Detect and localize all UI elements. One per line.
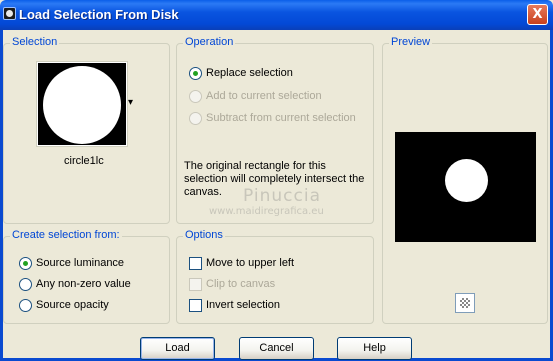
radio-label: Source luminance <box>36 257 125 269</box>
clip-to-canvas-checkbox: Clip to canvas <box>189 276 275 292</box>
radio-indicator <box>189 66 202 80</box>
replace-selection-radio[interactable]: Replace selection <box>189 65 293 81</box>
thumbnail-circle <box>43 66 121 144</box>
add-to-selection-radio: Add to current selection <box>189 88 322 104</box>
checkbox-label: Clip to canvas <box>206 278 276 290</box>
radio-indicator <box>19 277 32 291</box>
load-button[interactable]: Load <box>140 337 215 360</box>
checkbox-indicator <box>189 298 202 312</box>
checkbox-indicator <box>189 256 202 270</box>
selection-group-label: Selection <box>10 36 60 48</box>
move-to-upper-left-checkbox[interactable]: Move to upper left <box>189 255 294 271</box>
radio-label: Add to current selection <box>206 90 322 102</box>
selection-thumbnail[interactable] <box>37 62 127 146</box>
source-luminance-radio[interactable]: Source luminance <box>19 255 124 271</box>
any-nonzero-value-radio[interactable]: Any non-zero value <box>19 276 131 292</box>
window-title: Load Selection From Disk <box>19 7 179 22</box>
watermark-url: www.maidiregrafica.eu <box>209 206 324 217</box>
radio-indicator <box>19 298 32 312</box>
radio-label: Any non-zero value <box>36 278 131 290</box>
radio-label: Replace selection <box>206 67 293 79</box>
checkbox-indicator <box>189 277 202 291</box>
operation-group-label: Operation <box>183 36 236 48</box>
radio-label: Subtract from current selection <box>206 112 356 124</box>
preview-zoom-icon[interactable] <box>455 293 475 313</box>
watermark-name: Pinuccia <box>243 186 321 206</box>
checkbox-label: Move to upper left <box>206 257 295 269</box>
options-group-label: Options <box>183 229 225 241</box>
radio-indicator <box>19 256 32 270</box>
app-icon <box>3 7 16 20</box>
radio-indicator <box>189 89 202 103</box>
thumbnail-name: circle1lc <box>64 155 104 167</box>
create-selection-group-label: Create selection from: <box>10 229 122 241</box>
title-bar: Load Selection From Disk X <box>0 0 553 30</box>
close-button[interactable]: X <box>527 4 548 25</box>
preview-canvas <box>395 132 536 242</box>
cancel-button[interactable]: Cancel <box>239 337 314 360</box>
subtract-from-selection-radio: Subtract from current selection <box>189 110 356 126</box>
thumbnail-dropdown-icon[interactable]: ▾ <box>128 97 133 108</box>
radio-indicator <box>189 111 202 125</box>
preview-selection-circle <box>445 159 488 202</box>
checkbox-label: Invert selection <box>206 299 280 311</box>
source-opacity-radio[interactable]: Source opacity <box>19 297 109 313</box>
preview-group-label: Preview <box>389 36 433 48</box>
radio-label: Source opacity <box>36 299 109 311</box>
invert-selection-checkbox[interactable]: Invert selection <box>189 297 280 313</box>
help-button[interactable]: Help <box>337 337 412 360</box>
